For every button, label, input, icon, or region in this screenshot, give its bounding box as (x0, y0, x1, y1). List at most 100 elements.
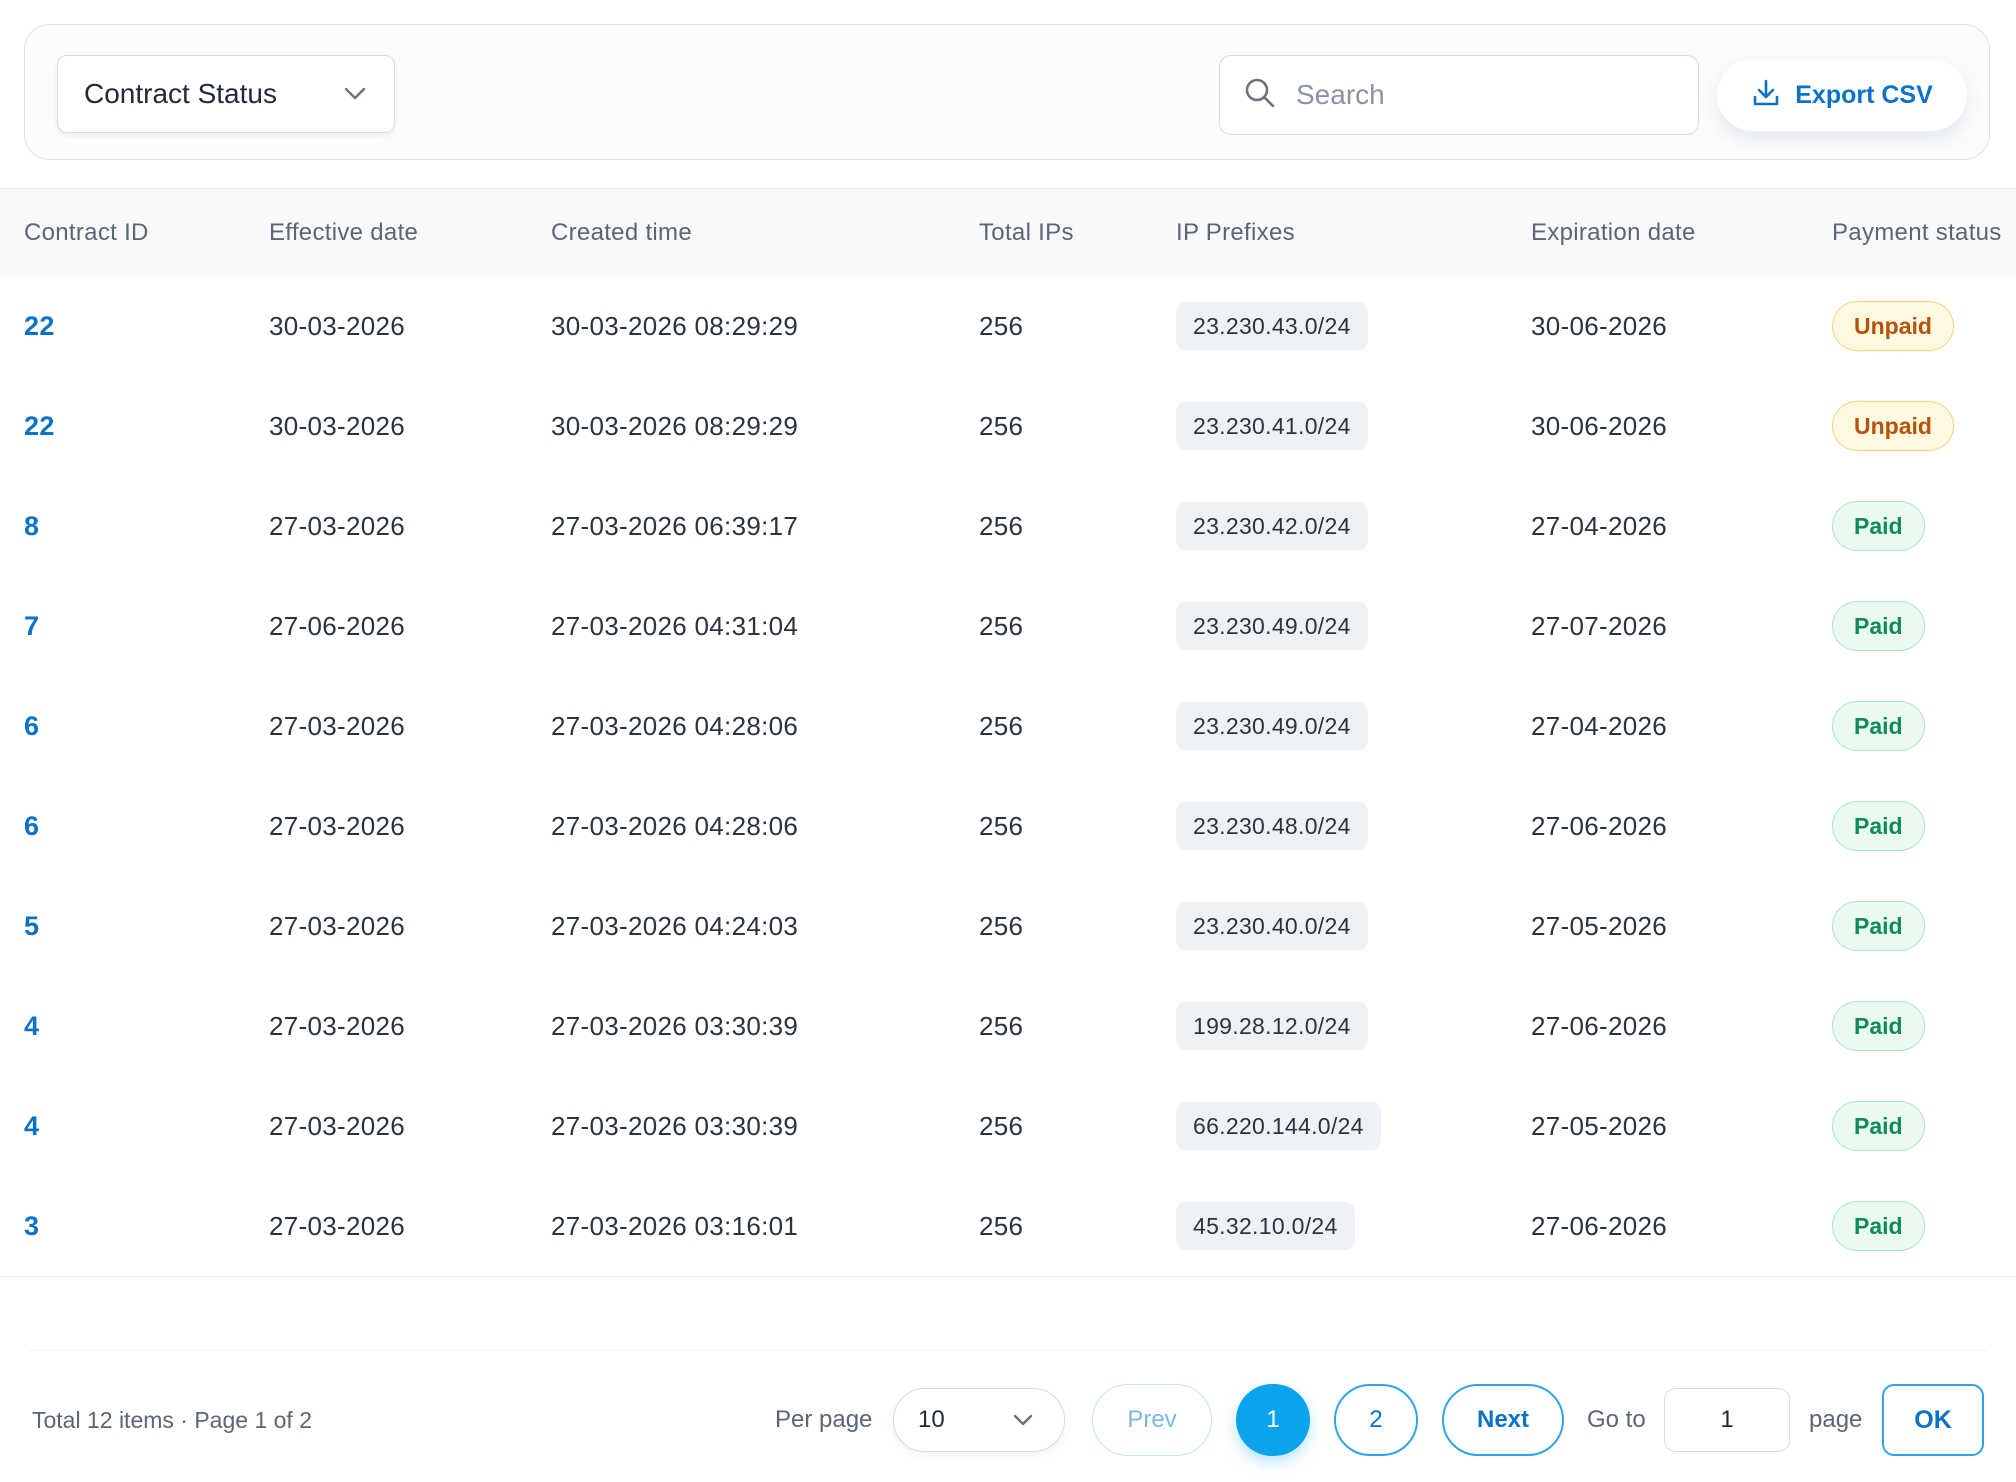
contract-id-link[interactable]: 7 (24, 576, 39, 676)
payment-status-badge: Paid (1832, 701, 1925, 751)
filter-bar: Contract Status Export CSV (24, 24, 1990, 160)
effective-date-cell: 27-06-2026 (269, 611, 405, 641)
contracts-page: Contract Status Export CSV Contract ID E… (0, 0, 2016, 1482)
effective-date-cell: 27-03-2026 (269, 1211, 405, 1241)
created-time-cell: 27-03-2026 06:39:17 (551, 511, 799, 541)
column-header-total-ips[interactable]: Total IPs (979, 189, 1074, 277)
total-ips-cell: 256 (979, 711, 1024, 741)
expiration-date-cell: 27-06-2026 (1531, 1211, 1667, 1241)
total-ips-cell: 256 (979, 611, 1024, 641)
table-row: 4 27-03-2026 27-03-2026 03:30:39 256 66.220.… (0, 1076, 2016, 1176)
created-time-cell: 27-03-2026 04:28:06 (551, 811, 799, 841)
column-header-ip-prefixes[interactable]: IP Prefixes (1176, 189, 1295, 277)
contract-status-select[interactable]: Contract Status (57, 55, 395, 133)
contract-id-link[interactable]: 6 (24, 676, 39, 776)
expiration-date-cell: 27-06-2026 (1531, 811, 1667, 841)
contract-id-link[interactable]: 4 (24, 976, 39, 1076)
table-row: 6 27-03-2026 27-03-2026 04:28:06 256 23.230.… (0, 676, 2016, 776)
table-row: 7 27-06-2026 27-03-2026 04:31:04 256 23.230.… (0, 576, 2016, 676)
contract-id-link[interactable]: 6 (24, 776, 39, 876)
contract-status-label: Contract Status (84, 78, 277, 109)
effective-date-cell: 27-03-2026 (269, 711, 405, 741)
column-header-expiration-date[interactable]: Expiration date (1531, 189, 1696, 277)
column-header-payment-status[interactable]: Payment status (1832, 189, 2002, 277)
ip-prefix-chip: 23.230.41.0/24 (1176, 402, 1368, 450)
total-ips-cell: 256 (979, 311, 1024, 341)
contract-id-link[interactable]: 8 (24, 476, 39, 576)
effective-date-cell: 27-03-2026 (269, 811, 405, 841)
table-row: 8 27-03-2026 27-03-2026 06:39:17 256 23.230.… (0, 476, 2016, 576)
contract-id-link[interactable]: 3 (24, 1176, 39, 1276)
search-input[interactable] (1294, 78, 1674, 112)
footer-divider (30, 1350, 1986, 1351)
next-page-button[interactable]: Next (1442, 1384, 1564, 1456)
per-page-select[interactable]: 10 (893, 1388, 1065, 1452)
table-row: 3 27-03-2026 27-03-2026 03:16:01 256 45.32.1… (0, 1176, 2016, 1276)
table-row: 4 27-03-2026 27-03-2026 03:30:39 256 199.28.… (0, 976, 2016, 1076)
export-csv-label: Export CSV (1795, 80, 1933, 109)
ip-prefix-chip: 23.230.40.0/24 (1176, 902, 1368, 950)
created-time-cell: 27-03-2026 04:24:03 (551, 911, 799, 941)
payment-status-badge: Unpaid (1832, 301, 1954, 351)
per-page-label: Per page (775, 1406, 873, 1433)
goto-ok-button[interactable]: OK (1882, 1384, 1984, 1456)
payment-status-badge: Paid (1832, 1101, 1925, 1151)
created-time-cell: 27-03-2026 03:16:01 (551, 1211, 799, 1241)
table-bottom-divider (0, 1276, 2016, 1277)
expiration-date-cell: 27-04-2026 (1531, 711, 1667, 741)
created-time-cell: 30-03-2026 08:29:29 (551, 311, 799, 341)
table-row: 22 30-03-2026 30-03-2026 08:29:29 256 23.230… (0, 276, 2016, 376)
payment-status-badge: Paid (1832, 601, 1925, 651)
table-row: 5 27-03-2026 27-03-2026 04:24:03 256 23.230.… (0, 876, 2016, 976)
goto-label: Go to (1587, 1406, 1646, 1433)
search-icon (1244, 77, 1276, 114)
ip-prefix-chip: 199.28.12.0/24 (1176, 1002, 1368, 1050)
ip-prefix-chip: 23.230.43.0/24 (1176, 302, 1368, 350)
created-time-cell: 27-03-2026 03:30:39 (551, 1011, 799, 1041)
column-header-effective-date[interactable]: Effective date (269, 189, 418, 277)
ip-prefix-chip: 23.230.49.0/24 (1176, 702, 1368, 750)
payment-status-badge: Paid (1832, 801, 1925, 851)
download-icon (1751, 78, 1781, 113)
expiration-date-cell: 27-07-2026 (1531, 611, 1667, 641)
expiration-date-cell: 27-06-2026 (1531, 1011, 1667, 1041)
prev-page-button[interactable]: Prev (1092, 1384, 1212, 1456)
total-ips-cell: 256 (979, 511, 1024, 541)
payment-status-badge: Paid (1832, 1001, 1925, 1051)
expiration-date-cell: 30-06-2026 (1531, 411, 1667, 441)
export-csv-button[interactable]: Export CSV (1717, 59, 1967, 131)
ip-prefix-chip: 23.230.48.0/24 (1176, 802, 1368, 850)
total-ips-cell: 256 (979, 911, 1024, 941)
effective-date-cell: 27-03-2026 (269, 511, 405, 541)
table-header: Contract ID Effective date Created time … (0, 188, 2016, 277)
contract-id-link[interactable]: 5 (24, 876, 39, 976)
goto-page-input[interactable] (1664, 1388, 1790, 1452)
total-ips-cell: 256 (979, 811, 1024, 841)
pagination-summary: Total 12 items · Page 1 of 2 (32, 1407, 312, 1433)
column-header-created-time[interactable]: Created time (551, 189, 692, 277)
goto-page-suffix: page (1809, 1406, 1863, 1433)
created-time-cell: 30-03-2026 08:29:29 (551, 411, 799, 441)
payment-status-badge: Paid (1832, 501, 1925, 551)
total-ips-cell: 256 (979, 1211, 1024, 1241)
payment-status-badge: Paid (1832, 901, 1925, 951)
effective-date-cell: 27-03-2026 (269, 1011, 405, 1041)
column-header-contract-id[interactable]: Contract ID (24, 189, 149, 277)
contract-id-link[interactable]: 22 (24, 376, 55, 476)
page-button-2[interactable]: 2 (1334, 1384, 1418, 1456)
created-time-cell: 27-03-2026 04:28:06 (551, 711, 799, 741)
ip-prefix-chip: 23.230.42.0/24 (1176, 502, 1368, 550)
payment-status-badge: Paid (1832, 1201, 1925, 1251)
per-page-value: 10 (918, 1406, 945, 1433)
chevron-down-icon (342, 81, 368, 107)
total-ips-cell: 256 (979, 411, 1024, 441)
table-row: 6 27-03-2026 27-03-2026 04:28:06 256 23.230.… (0, 776, 2016, 876)
expiration-date-cell: 27-05-2026 (1531, 1111, 1667, 1141)
contract-id-link[interactable]: 4 (24, 1076, 39, 1176)
created-time-cell: 27-03-2026 04:31:04 (551, 611, 799, 641)
chevron-down-icon (1010, 1407, 1036, 1433)
contract-id-link[interactable]: 22 (24, 276, 55, 376)
created-time-cell: 27-03-2026 03:30:39 (551, 1111, 799, 1141)
search-box[interactable] (1219, 55, 1699, 135)
page-button-1[interactable]: 1 (1236, 1384, 1310, 1456)
